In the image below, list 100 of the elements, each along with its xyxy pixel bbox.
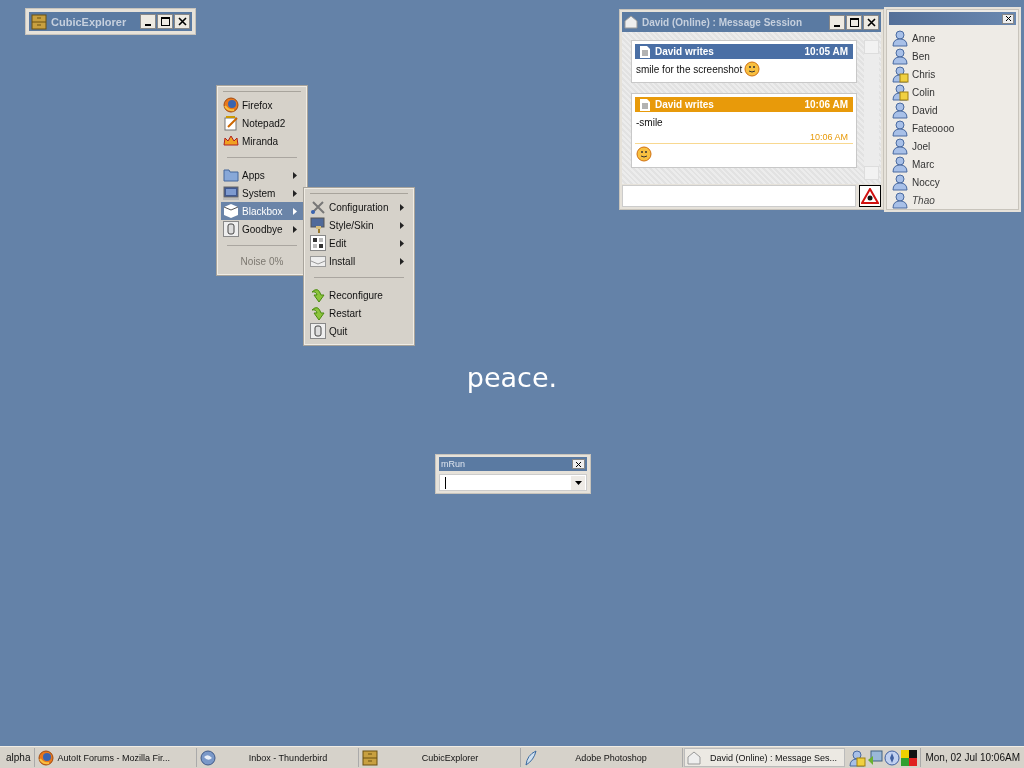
dropdown-button[interactable] <box>571 475 585 490</box>
close-button[interactable] <box>174 14 190 29</box>
submenu-arrow-icon <box>400 239 404 247</box>
tray-icon <box>310 253 326 269</box>
workspace-label[interactable]: alpha <box>2 748 36 767</box>
grid-icon <box>310 235 326 251</box>
monitor-icon <box>223 185 239 201</box>
menu-item[interactable]: Apps <box>221 166 303 184</box>
tray-window-icon <box>867 749 884 766</box>
message-author: David writes <box>655 46 714 57</box>
taskbar-button[interactable]: Adobe Photoshop <box>522 748 684 767</box>
taskbar-button[interactable]: David (Online) : Message Ses... <box>684 748 846 767</box>
message-text: smile for the screenshot <box>636 63 743 75</box>
menu-item[interactable]: Firefox <box>221 96 303 114</box>
taskbar-button[interactable]: AutoIt Forums - Mozilla Fir... <box>36 748 198 767</box>
smiley-icon <box>636 146 652 162</box>
cabinet-icon <box>31 13 47 30</box>
contact-item[interactable]: David <box>889 101 1016 119</box>
person-note-icon <box>891 65 909 83</box>
tray-person-icon <box>848 748 867 767</box>
notepad-icon <box>223 115 239 131</box>
message-time: 10:06 AM <box>804 99 848 110</box>
submenu-arrow-icon <box>293 225 297 233</box>
contact-item[interactable]: Thao <box>889 191 1016 209</box>
maximize-icon <box>160 17 170 26</box>
message-time: 10:05 AM <box>804 46 848 57</box>
person-icon <box>891 119 909 137</box>
document-icon <box>640 98 650 111</box>
tools-icon <box>310 199 326 215</box>
contact-item[interactable]: Marc <box>889 155 1016 173</box>
window-title: David (Online) : Message Session <box>642 16 803 28</box>
taskbar-button[interactable]: CubicExplorer <box>360 748 522 767</box>
submenu-arrow-icon <box>400 203 404 211</box>
contact-item[interactable]: Ben <box>889 47 1016 65</box>
person-icon <box>891 155 909 173</box>
person-icon <box>891 29 909 47</box>
person-icon <box>891 47 909 65</box>
text-cursor <box>445 476 446 489</box>
status-text: Noise 0% <box>239 255 285 269</box>
minimize-icon <box>834 24 840 27</box>
message-text: -smile <box>636 116 663 128</box>
close-button[interactable] <box>863 14 879 30</box>
submenu-arrow-icon <box>400 221 404 229</box>
submenu-arrow-icon <box>293 207 297 215</box>
menu-item[interactable]: System <box>221 184 303 202</box>
person-note-icon <box>891 83 909 101</box>
menu-item[interactable]: Restart <box>308 304 410 322</box>
person-icon <box>891 137 909 155</box>
contact-item[interactable]: Noccy <box>889 173 1016 191</box>
minimize-button[interactable] <box>140 14 156 29</box>
menu-item[interactable]: Blackbox <box>221 202 303 220</box>
close-icon <box>575 460 582 468</box>
menu-item[interactable]: Edit <box>308 234 410 252</box>
menu-item[interactable]: Configuration <box>308 198 410 216</box>
window-title: CubicExplorer <box>51 15 127 28</box>
cabinet-icon <box>362 749 379 766</box>
clock-text: Mon, 02 Jul 10:06AM <box>920 748 1024 767</box>
menu-item[interactable]: Reconfigure <box>308 286 410 304</box>
person-icon <box>891 173 909 191</box>
message-author: David writes <box>655 99 714 110</box>
contact-item[interactable]: Anne <box>889 29 1016 47</box>
person-icon <box>891 191 909 209</box>
taskbar-button[interactable]: Inbox - Thunderbird <box>198 748 360 767</box>
menu-item[interactable]: Install <box>308 252 410 270</box>
command-field[interactable] <box>439 474 587 491</box>
close-icon <box>1004 15 1012 22</box>
compass-icon <box>884 749 901 766</box>
minimize-button[interactable] <box>829 14 845 30</box>
submenu-arrow-icon <box>293 171 297 179</box>
curved-arrow-icon <box>310 287 326 303</box>
close-button[interactable] <box>1002 13 1014 24</box>
close-button[interactable] <box>572 459 585 469</box>
window-title: mRun <box>441 459 465 469</box>
message-time: 10:06 AM <box>809 132 848 142</box>
menu-item[interactable]: Quit <box>308 322 410 340</box>
document-icon <box>640 45 650 58</box>
display-brush-icon <box>310 217 326 233</box>
contact-item[interactable]: Fateoooo <box>889 119 1016 137</box>
menu-item[interactable]: Style/Skin <box>308 216 410 234</box>
switch-icon <box>310 323 326 339</box>
cube-icon <box>223 203 239 219</box>
warning-sign-icon <box>861 188 879 204</box>
desktop-caption: peace. <box>466 362 558 393</box>
contact-item[interactable]: Chris <box>889 65 1016 83</box>
person-icon <box>891 101 909 119</box>
close-icon <box>177 17 187 26</box>
switch-icon <box>223 221 239 237</box>
maximize-button[interactable] <box>157 14 173 29</box>
warning-button[interactable] <box>859 185 881 207</box>
menu-item[interactable]: Goodbye <box>221 220 303 238</box>
menu-item[interactable]: Notepad2 <box>221 114 303 132</box>
contact-item[interactable]: Joel <box>889 137 1016 155</box>
contact-item[interactable]: Colin <box>889 83 1016 101</box>
submenu-arrow-icon <box>293 189 297 197</box>
message-input-field[interactable] <box>622 185 856 207</box>
minimize-icon <box>145 24 151 26</box>
menu-item[interactable]: Miranda <box>221 132 303 150</box>
folder-icon <box>223 167 239 183</box>
submenu-arrow-icon <box>400 257 404 265</box>
maximize-button[interactable] <box>846 14 862 30</box>
